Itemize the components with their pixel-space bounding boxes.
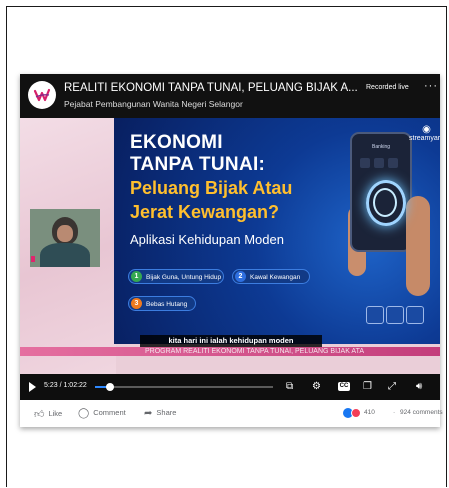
slide-point-3: 3 Bebas Hutang: [128, 296, 196, 311]
share-icon: ➦: [144, 408, 153, 419]
slide-subtitle: Aplikasi Kehidupan Moden: [130, 232, 284, 247]
card-icon: [366, 306, 384, 324]
player-controls: 5:23 / 1:02:22 ⧉ ⚙ CC ❐ ⤢ 🔊︎: [20, 374, 440, 400]
slide-title-line-1: EKONOMI: [130, 132, 223, 153]
progress-knob[interactable]: [106, 383, 115, 391]
logo-icon: [33, 88, 51, 102]
bank-icon: [406, 306, 424, 324]
fullscreen-icon[interactable]: ⤢: [388, 381, 396, 393]
progress-bar[interactable]: [95, 383, 273, 391]
clip-icon[interactable]: ⧉: [286, 381, 293, 393]
slide-point-1: 1 Bijak Guna, Untung Hidup: [128, 269, 224, 284]
time-display: 5:23 / 1:02:22: [44, 382, 87, 389]
page-avatar[interactable]: [28, 81, 56, 109]
speaker-camera: [30, 209, 100, 267]
slide-title-line-4: Jerat Kewangan?: [130, 202, 280, 222]
slide-title-line-3: Peluang Bijak Atau: [130, 178, 293, 198]
cart-icon: [386, 306, 404, 324]
hand-illustration-right: [406, 196, 430, 296]
post-actions: 👍︎ Like ◯ Comment ➦ Share 410 · 924 comment…: [20, 400, 443, 427]
comment-icon: ◯: [78, 408, 90, 419]
separator: ·: [393, 409, 396, 416]
video-title[interactable]: REALITI EKONOMI TANPA TUNAI, PELUANG BIJ…: [64, 82, 364, 94]
recorded-live-badge: Recorded live: [366, 84, 409, 91]
play-icon[interactable]: [29, 382, 36, 392]
more-options-icon[interactable]: ···: [424, 80, 438, 92]
share-button[interactable]: ➦ Share: [144, 408, 176, 419]
slide-title-line-2: TANPA TUNAI:: [130, 154, 266, 175]
settings-gear-icon[interactable]: ⚙: [312, 381, 321, 393]
thumbs-up-icon: 👍︎: [34, 409, 45, 420]
video-header: REALITI EKONOMI TANPA TUNAI, PELUANG BIJ…: [20, 74, 440, 118]
volume-icon[interactable]: 🔊︎: [416, 381, 422, 393]
slide-point-2: 2 Kawal Kewangan: [232, 269, 310, 284]
captions-icon[interactable]: CC: [338, 382, 350, 391]
love-reaction-icon: [351, 408, 361, 418]
video-post-card: REALITI EKONOMI TANPA TUNAI, PELUANG BIJ…: [20, 74, 443, 427]
speaker-name-badge: [31, 256, 35, 262]
page-name[interactable]: Pejabat Pembangunan Wanita Negeri Selang…: [64, 99, 243, 109]
ticker-banner: PROGRAM REALITI EKONOMI TANPA TUNAI, PEL…: [20, 347, 440, 356]
closed-caption: kita hari ini ialah kehidupan moden: [140, 335, 322, 347]
miniplayer-icon[interactable]: ❐: [363, 381, 372, 393]
like-button[interactable]: 👍︎ Like: [34, 408, 62, 420]
reaction-count[interactable]: 410: [364, 409, 375, 416]
comments-count[interactable]: 924 comments: [400, 409, 443, 416]
streamyard-watermark: ◉ streamyard: [409, 124, 440, 142]
video-frame[interactable]: EKONOMI TANPA TUNAI: Peluang Bijak Atau …: [20, 118, 440, 374]
comment-button[interactable]: ◯ Comment: [78, 408, 126, 419]
presentation-slide: EKONOMI TANPA TUNAI: Peluang Bijak Atau …: [114, 118, 440, 344]
